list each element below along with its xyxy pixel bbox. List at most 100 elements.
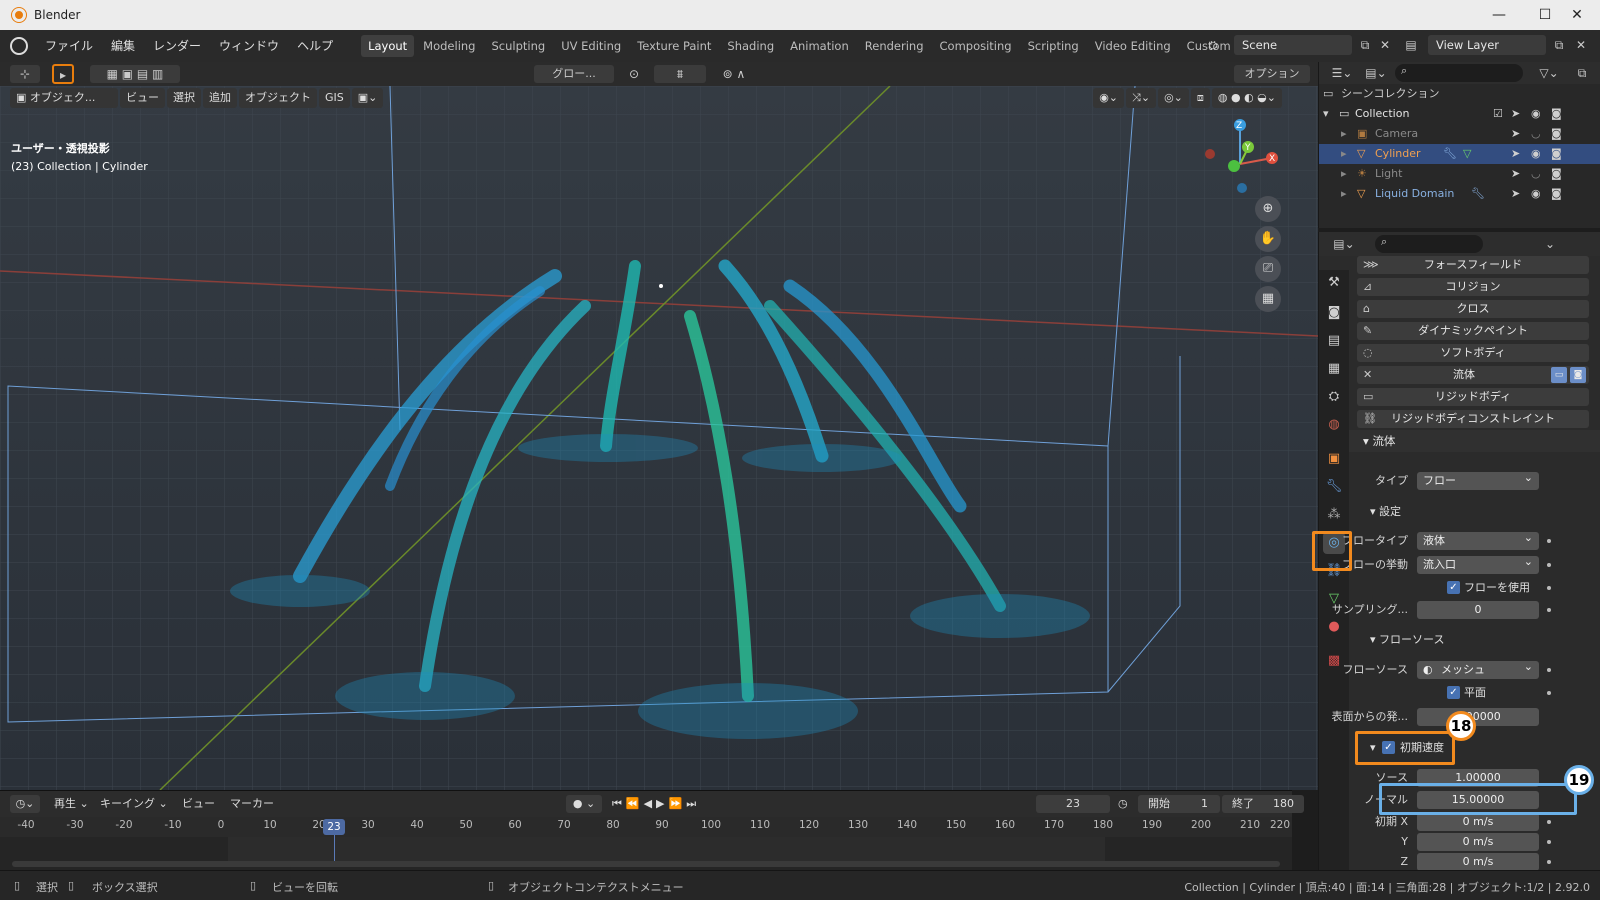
menu-render[interactable]: レンダー	[144, 30, 210, 62]
tab-shading[interactable]: Shading	[720, 35, 781, 57]
view-layer-tab-icon[interactable]: ▦	[1323, 358, 1345, 380]
menu-file[interactable]: ファイル	[36, 30, 102, 62]
menu-edit[interactable]: 編集	[102, 30, 144, 62]
properties-options-icon[interactable]: ⌄	[1541, 235, 1559, 253]
render-tab-icon[interactable]: ◙	[1323, 302, 1345, 324]
expand-arrow-icon[interactable]: ▾	[1323, 104, 1329, 124]
dynamic-paint-button[interactable]: ✎ ダイナミックペイント	[1357, 322, 1589, 340]
render-camera-icon[interactable]: ◙	[1551, 104, 1562, 124]
flow-source-dropdown[interactable]: ◐ メッシュ	[1417, 658, 1539, 679]
outliner-row-scene-collection[interactable]: ▭ シーンコレクション	[1319, 84, 1600, 104]
collection-checkbox-icon[interactable]: ☑	[1493, 104, 1503, 124]
type-dropdown[interactable]: フロー	[1417, 469, 1539, 490]
tab-modeling[interactable]: Modeling	[416, 35, 482, 57]
flow-source-subpanel-header[interactable]: ▾ フローソース	[1370, 630, 1444, 650]
zoom-icon[interactable]: ⊕	[1255, 196, 1281, 222]
tab-texture-paint[interactable]: Texture Paint	[630, 35, 718, 57]
minimize-button[interactable]: —	[1476, 0, 1522, 30]
timeline-editor-icon[interactable]: ◷⌄	[10, 795, 40, 813]
output-tab-icon[interactable]: ▤	[1323, 330, 1345, 352]
render-camera-icon[interactable]: ◙	[1551, 124, 1562, 144]
delete-scene-icon[interactable]: ✕	[1376, 36, 1394, 54]
initial-y-field[interactable]: 0 m/s	[1417, 833, 1539, 851]
tab-compositing[interactable]: Compositing	[933, 35, 1019, 57]
rigid-body-constraint-button[interactable]: ⛓ リジッドボディコンストレイント	[1357, 410, 1589, 428]
proportional-edit-icon[interactable]: ⊚ ∧	[714, 65, 754, 83]
pan-hand-icon[interactable]: ✋	[1255, 226, 1281, 252]
editor-type-icon[interactable]: ⊹	[10, 65, 40, 83]
keyframe-dot-icon[interactable]	[1547, 860, 1551, 864]
playhead-frame-indicator[interactable]: 23	[323, 819, 345, 835]
preview-range-icon[interactable]: ◷	[1118, 795, 1128, 813]
properties-search-input[interactable]: ⌕	[1375, 235, 1483, 253]
world-tab-icon[interactable]: ◍	[1323, 414, 1345, 436]
marker-menu[interactable]: マーカー	[230, 795, 274, 813]
render-camera-icon[interactable]: ◙	[1551, 144, 1562, 164]
render-camera-icon[interactable]: ◙	[1551, 164, 1562, 184]
filter-icon[interactable]: ▽⌄	[1535, 64, 1563, 82]
visibility-eye-icon[interactable]: ◉	[1531, 184, 1541, 204]
tab-rendering[interactable]: Rendering	[858, 35, 931, 57]
initial-x-field[interactable]: 0 m/s	[1417, 813, 1539, 831]
fluid-panel-header[interactable]: ▾ 流体	[1349, 430, 1600, 452]
object-tab-icon[interactable]: ▣	[1323, 448, 1345, 470]
keyframe-dot-icon[interactable]	[1547, 691, 1551, 695]
particles-tab-icon[interactable]: ⁂	[1323, 504, 1345, 526]
expand-arrow-icon[interactable]: ▸	[1341, 144, 1347, 164]
playback-controls[interactable]: ⏮⏪◀▶⏩⏭	[612, 795, 726, 813]
gizmo-toggle-icon[interactable]: ⤨⌄	[1126, 88, 1157, 108]
use-flow-checkbox[interactable]: ✓	[1447, 581, 1460, 594]
tab-uv-editing[interactable]: UV Editing	[554, 35, 628, 57]
selectable-icon[interactable]: ➤	[1511, 184, 1520, 204]
view-layer-icon[interactable]: ▤	[1402, 36, 1420, 54]
selectable-icon[interactable]: ➤	[1511, 104, 1520, 124]
start-frame-field[interactable]: 開始 1	[1138, 795, 1220, 813]
select-tool-icon[interactable]: ▸	[52, 64, 74, 84]
collision-button[interactable]: ⊿ コリジョン	[1357, 278, 1589, 296]
settings-subpanel-header[interactable]: ▾ 設定	[1370, 502, 1401, 522]
navigation-gizmo[interactable]: Z X Y	[1200, 116, 1290, 206]
end-frame-field[interactable]: 終了 180	[1222, 795, 1304, 813]
soft-body-button[interactable]: ◌ ソフトボディ	[1357, 344, 1589, 362]
planar-checkbox[interactable]: ✓	[1447, 686, 1460, 699]
menu-window[interactable]: ウィンドウ	[210, 30, 288, 62]
expand-arrow-icon[interactable]: ▸	[1341, 184, 1347, 204]
keyframe-dot-icon[interactable]	[1547, 840, 1551, 844]
timeline-view-menu[interactable]: ビュー	[182, 795, 215, 813]
outliner-row-liquid-domain[interactable]: ▸ ▽ Liquid Domain 🔧︎ ➤ ◉ ◙	[1319, 184, 1600, 204]
tab-animation[interactable]: Animation	[783, 35, 856, 57]
scene-icon[interactable]: ⛭	[1204, 36, 1222, 54]
keyframe-dot-icon[interactable]	[1547, 539, 1551, 543]
ortho-grid-icon[interactable]: ▦	[1255, 286, 1281, 312]
fluid-button[interactable]: ✕ 流体 ▭ ◙	[1357, 366, 1589, 384]
force-field-button[interactable]: ⋙ フォースフィールド	[1357, 256, 1589, 274]
scene-selector[interactable]: Scene	[1234, 35, 1352, 55]
pivot-icon[interactable]: ⊙	[620, 65, 648, 83]
outliner-search-input[interactable]: ⌕	[1395, 64, 1523, 82]
tab-scripting[interactable]: Scripting	[1021, 35, 1086, 57]
viewport-menu-object[interactable]: オブジェクト	[239, 88, 317, 108]
scene-tab-icon[interactable]: ⛭	[1323, 386, 1345, 408]
current-frame-field[interactable]: 23	[1036, 795, 1110, 813]
viewport-menu-add[interactable]: 追加	[203, 88, 237, 108]
expand-arrow-icon[interactable]: ▸	[1341, 164, 1347, 184]
expand-arrow-icon[interactable]: ▸	[1341, 124, 1347, 144]
viewport-menu-gis[interactable]: GIS	[319, 88, 350, 108]
delete-view-layer-icon[interactable]: ✕	[1572, 36, 1590, 54]
initial-z-field[interactable]: 0 m/s	[1417, 853, 1539, 871]
flow-behavior-dropdown[interactable]: 流入口	[1417, 553, 1539, 574]
camera-view-icon[interactable]: ⎚	[1255, 256, 1281, 282]
timeline-scrollbar[interactable]	[12, 861, 1280, 867]
tab-sculpting[interactable]: Sculpting	[484, 35, 552, 57]
new-collection-icon[interactable]: ⧉	[1573, 64, 1591, 82]
tool-tab-icon[interactable]: ⚒	[1323, 272, 1345, 294]
outliner-row-light[interactable]: ▸ ☀ Light ➤ ◡ ◙	[1319, 164, 1600, 184]
tab-video-editing[interactable]: Video Editing	[1088, 35, 1178, 57]
rigid-body-button[interactable]: ▭ リジッドボディ	[1357, 388, 1589, 406]
outliner-row-cylinder[interactable]: ▸ ▽ Cylinder 🔧︎ ▽ ➤ ◉ ◙	[1319, 144, 1600, 164]
keyframe-dot-icon[interactable]	[1547, 608, 1551, 612]
shading-mode-icons[interactable]: ◍ ● ◐ ◒⌄	[1211, 88, 1282, 108]
viewport-menu-select[interactable]: 選択	[167, 88, 201, 108]
object-mode-dropdown[interactable]: ▣ オブジェク...	[10, 88, 118, 108]
overlay-toggle-icon[interactable]: ◎⌄	[1158, 88, 1189, 108]
